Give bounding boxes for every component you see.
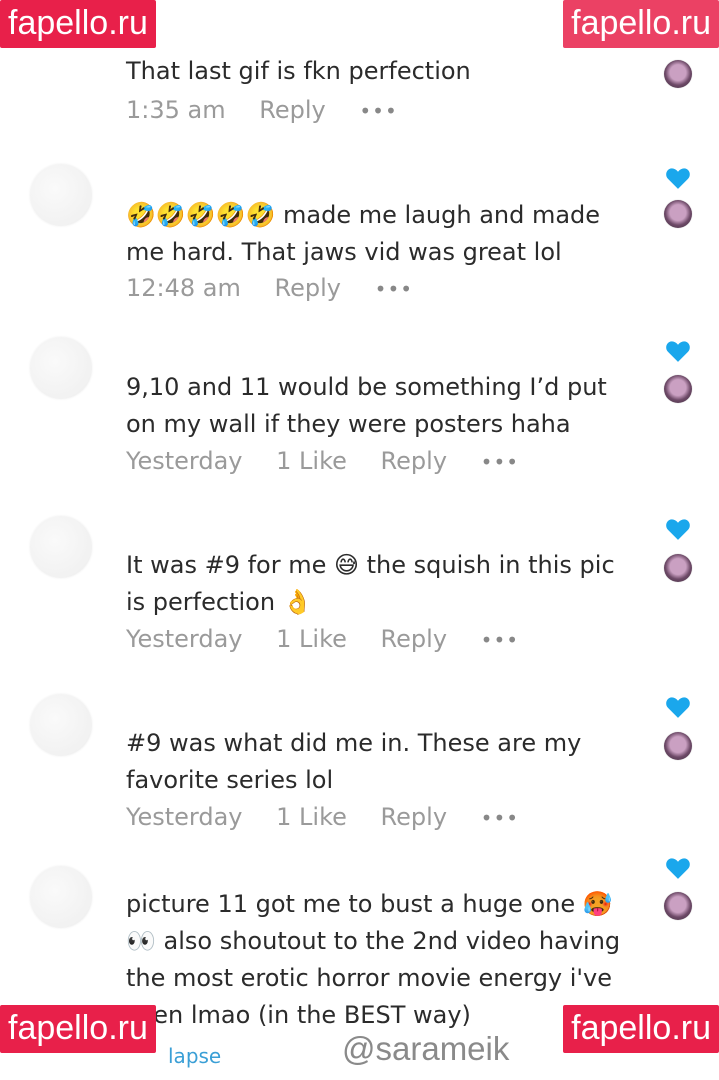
avatar[interactable] (30, 337, 92, 399)
comment-text: #9 was what did me in. These are my fa­v… (126, 729, 582, 794)
more-icon[interactable]: ••• (375, 277, 413, 301)
reply-button[interactable]: Reply (381, 803, 447, 831)
creator-handle: @sarameik (342, 1030, 510, 1067)
comment-meta: 1:35 am Reply ••• (126, 96, 424, 124)
heart-icon[interactable] (665, 517, 691, 541)
avatar[interactable] (30, 516, 92, 578)
more-icon[interactable]: ••• (359, 99, 397, 123)
like-count[interactable]: 1 Like (276, 803, 347, 831)
comment-meta: 12:48 am Reply ••• (126, 274, 439, 302)
watermark-top-right: fapello.ru (563, 0, 719, 48)
watermark-bottom-right: fapello.ru (563, 1005, 719, 1053)
comment-time: 12:48 am (126, 274, 241, 302)
comment-meta: Yesterday 1 Like Reply ••• (126, 447, 545, 475)
heart-icon[interactable] (665, 166, 691, 190)
heart-icon[interactable] (665, 856, 691, 880)
avatar[interactable] (664, 60, 692, 88)
watermark-top-left: fapello.ru (0, 0, 156, 48)
more-icon[interactable]: ••• (481, 628, 519, 652)
avatar[interactable] (30, 694, 92, 756)
more-icon[interactable]: ••• (481, 806, 519, 830)
watermark-bottom-left: fapello.ru (0, 1005, 156, 1053)
avatar[interactable] (664, 732, 692, 760)
comment-time: Yesterday (126, 625, 243, 653)
reply-button[interactable]: Reply (381, 625, 447, 653)
heart-icon[interactable] (665, 695, 691, 719)
comment-item: 🤣🤣🤣🤣🤣 made me laugh and made me hard. Th… (0, 160, 719, 320)
comment-text: 9,10 and 11 would be something I’d put o… (126, 373, 607, 438)
comment-item: #9 was what did me in. These are my fa­v… (0, 690, 719, 850)
comment-text: picture 11 got me to bust a huge one 🥵👀 … (126, 890, 621, 1029)
avatar[interactable] (664, 200, 692, 228)
comment-item: It was #9 for me 😅 the squish in this pi… (0, 512, 719, 672)
like-count[interactable]: 1 Like (276, 625, 347, 653)
heart-icon[interactable] (665, 339, 691, 363)
avatar[interactable] (30, 164, 92, 226)
comment-text: 🤣🤣🤣🤣🤣 made me laugh and made me hard. Th… (126, 201, 601, 266)
comment-text: It was #9 for me 😅 the squish in this pi… (126, 551, 615, 616)
avatar[interactable] (664, 375, 692, 403)
reply-button[interactable]: Reply (259, 96, 325, 124)
reply-button[interactable]: Reply (275, 274, 341, 302)
comment-time: Yesterday (126, 447, 243, 475)
comment-meta: Yesterday 1 Like Reply ••• (126, 625, 545, 653)
comment-text: That last gif is fkn perfection (126, 57, 471, 85)
like-count[interactable]: 1 Like (276, 447, 347, 475)
reply-button[interactable]: Reply (381, 447, 447, 475)
comment-item: 9,10 and 11 would be something I’d put o… (0, 335, 719, 495)
avatar[interactable] (30, 866, 92, 928)
avatar[interactable] (664, 554, 692, 582)
avatar[interactable] (664, 892, 692, 920)
comment-time: 1:35 am (126, 96, 226, 124)
comment-meta: Yesterday 1 Like Reply ••• (126, 803, 545, 831)
comment-time: Yesterday (126, 803, 243, 831)
more-icon[interactable]: ••• (481, 450, 519, 474)
collapse-replies-link[interactable]: lapse (168, 1044, 221, 1068)
